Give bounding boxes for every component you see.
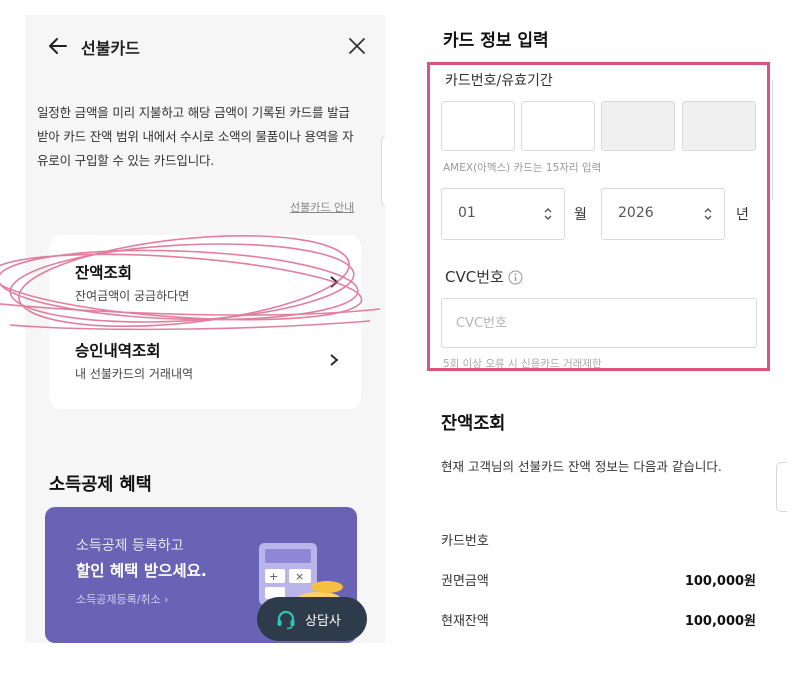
select-arrows-icon [544, 208, 552, 220]
header: 선불카드 [25, 33, 385, 63]
card-info-title: 카드 정보 입력 [443, 31, 549, 51]
menu-item-subtitle: 내 선불카드의 거래내역 [75, 367, 194, 381]
menu-item-approval-history[interactable]: 승인내역조회 내 선불카드의 거래내역 [49, 327, 361, 399]
menu-item-title: 잔액조회 [75, 264, 133, 282]
menu-item-title: 승인내역조회 [75, 342, 161, 360]
close-icon[interactable] [347, 36, 367, 56]
row-label-face-value: 권면금액 [441, 574, 489, 589]
chat-button-label: 상담사 [305, 614, 341, 629]
amex-note: AMEX(아멕스) 카드는 15자리 입력 [443, 162, 602, 174]
row-label-card-number: 카드번호 [441, 534, 489, 549]
edge-line [772, 80, 783, 200]
balance-title: 잔액조회 [441, 414, 506, 434]
row-label-current-balance: 현재잔액 [441, 614, 489, 629]
chevron-right-icon [330, 276, 339, 288]
guide-link[interactable]: 선불카드 안내 [290, 199, 354, 215]
edge-tab [381, 135, 385, 207]
svg-text:×: × [295, 570, 304, 583]
menu-card: 잔액조회 잔여금액이 궁금하다면 승인내역조회 내 선불카드의 거래내역 [49, 235, 361, 409]
back-arrow-icon[interactable] [47, 35, 69, 57]
section-title: 소득공제 혜택 [49, 475, 152, 495]
card-number-label: 카드번호/유효기간 [445, 73, 553, 89]
cvc-input[interactable] [441, 298, 757, 348]
card-description: 일정한 금액을 미리 지불하고 해당 금액이 기록된 카드를 발급받아 카드 잔… [37, 105, 354, 168]
svg-text:+: + [269, 570, 278, 583]
card-number-field-3[interactable] [601, 101, 675, 151]
banner-line2: 할인 혜택 받으세요. [76, 562, 207, 580]
info-icon[interactable] [508, 270, 523, 285]
card-number-field-4[interactable] [682, 101, 756, 151]
month-value: 01 [458, 205, 476, 221]
select-arrows-icon [704, 208, 712, 220]
page-title: 선불카드 [81, 39, 140, 58]
menu-item-subtitle: 잔여금액이 궁금하다면 [75, 289, 190, 303]
menu-item-balance[interactable]: 잔액조회 잔여금액이 궁금하다면 [49, 249, 361, 321]
card-number-field-1[interactable] [441, 101, 515, 151]
banner-link[interactable]: 소득공제등록/취소 › [76, 591, 169, 607]
error-note: 5회 이상 오류 시 신용카드 거래제한 [443, 358, 602, 368]
banner-line1: 소득공제 등록하고 [76, 538, 184, 554]
row-value-face-value: 100,000원 [684, 574, 756, 589]
expiry-year-select[interactable]: 2026 [601, 188, 725, 240]
row-value-current-balance: 100,000원 [684, 614, 756, 629]
month-unit: 월 [574, 207, 587, 223]
chevron-right-icon [330, 354, 339, 366]
headset-icon [277, 610, 295, 630]
card-number-field-2[interactable] [521, 101, 595, 151]
cvc-label: CVC번호 [445, 268, 504, 286]
expiry-month-select[interactable]: 01 [441, 188, 565, 240]
balance-description: 현재 고객님의 선불카드 잔액 정보는 다음과 같습니다. [441, 459, 722, 474]
year-unit: 년 [736, 207, 749, 223]
year-value: 2026 [618, 205, 654, 221]
counselor-chat-button[interactable]: 상담사 [257, 597, 367, 641]
edge-tab [776, 462, 787, 512]
prepaid-card-screen: 선불카드 일정한 금액을 미리 지불하고 해당 금액이 기록된 카드를 발급받아… [25, 15, 385, 643]
